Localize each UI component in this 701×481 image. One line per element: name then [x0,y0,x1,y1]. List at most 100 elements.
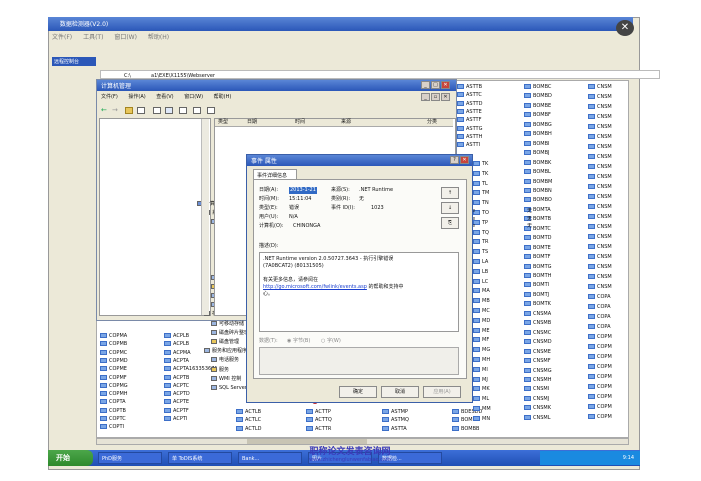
event-dialog-close-button[interactable]: ✕ [460,156,469,164]
file-item[interactable]: BOMBG [524,121,584,129]
file-item[interactable]: BOMBK [524,159,584,167]
file-item[interactable]: CNSM [588,264,628,271]
file-item[interactable]: CNSM [588,204,628,211]
file-item[interactable]: BOMBD [524,93,584,100]
file-item[interactable]: COPM [588,364,628,371]
col-category-header[interactable]: 分类 [427,119,437,126]
taskbar-item[interactable]: PhD服务 [98,452,162,464]
col-source-header[interactable]: 来源 [341,119,351,126]
file-item[interactable]: TS [473,249,491,256]
file-item[interactable]: CNSM [588,224,628,231]
ok-button[interactable]: 确定 [339,386,377,398]
file-item[interactable]: COPTA [100,399,160,406]
file-item[interactable]: ACTLC [236,417,306,424]
file-item[interactable]: CNSM [588,144,628,151]
main-tab-remote[interactable]: 远程控制台 [52,57,96,66]
file-item[interactable]: ACTLB [236,409,306,416]
file-item[interactable]: ME [473,327,491,335]
file-item[interactable]: CNSME [524,348,584,356]
file-item[interactable]: COPA [588,294,628,301]
file-item[interactable]: CNSMJ [524,395,584,403]
file-item[interactable]: BOMTJ [524,291,584,299]
file-item[interactable]: BOMTK [524,301,584,308]
cm-menu-help[interactable]: 帮助(H) [214,94,232,100]
file-item[interactable]: COPM [588,404,628,411]
copy-event-button[interactable]: ⎘ [441,217,459,229]
cm-maximize-button[interactable]: □ [431,81,440,89]
tree-node[interactable]: 服务和应用程序 [204,348,247,355]
cm-close-button[interactable]: ✕ [441,81,450,89]
help-book-icon[interactable] [179,107,187,114]
file-item[interactable]: MA [473,288,491,295]
file-item[interactable]: ASTTI [457,142,521,149]
file-item[interactable]: CNSM [588,114,628,121]
file-item[interactable]: BOMTA [524,206,584,214]
file-item[interactable]: CNSMK [524,405,584,412]
file-item[interactable]: MD [473,317,491,325]
file-item[interactable]: CNSMC [524,329,584,337]
cm-child-restore[interactable]: ▫ [431,93,440,101]
file-item[interactable]: MF [473,337,491,344]
file-item[interactable]: COPMC [100,349,160,357]
file-item[interactable]: ACPTI [164,416,234,423]
cm-menu-view[interactable]: 查看(V) [156,94,173,100]
file-item[interactable]: ASTTB [457,84,521,91]
tree-node[interactable]: 磁盘管理 [211,339,239,346]
radio-words[interactable]: ○ 字(W) [321,338,341,345]
file-item[interactable]: TM [473,190,491,197]
file-item[interactable]: CNSM [588,94,628,101]
file-item[interactable]: COPME [100,366,160,373]
file-item[interactable]: MG [473,347,491,354]
file-item[interactable]: ASTTD [457,100,521,108]
file-item[interactable]: TP [473,219,491,227]
file-item[interactable]: COPM [588,414,628,421]
file-item[interactable]: CNSM [588,124,628,131]
file-item[interactable]: ACPTF [164,407,234,415]
file-item[interactable]: COPM [588,374,628,381]
file-item[interactable]: MI [473,366,491,374]
file-item[interactable]: COPM [588,384,628,391]
file-item[interactable]: CNSM [588,84,628,91]
file-item[interactable]: COPTB [100,407,160,415]
prev-event-button[interactable]: ↑ [441,187,459,199]
tree-node[interactable]: 服务 [211,366,229,374]
cm-minimize-button[interactable]: _ [421,81,430,89]
file-item[interactable]: BOMTC [524,225,584,233]
file-item[interactable]: CNSM [588,184,628,191]
file-item[interactable]: COPMD [100,357,160,365]
file-item[interactable]: MN [473,415,491,423]
export-icon[interactable] [165,107,173,114]
file-item[interactable]: BOMBL [524,169,584,176]
file-item[interactable]: BOMBJ [524,150,584,157]
event-dialog-help-button[interactable]: ? [450,156,459,164]
file-item[interactable]: CNSM [588,234,628,241]
file-item[interactable]: MB [473,298,491,305]
help-link[interactable]: http://go.microsoft.com/fwlink/events.as… [263,284,367,290]
col-date-header[interactable]: 日期 [247,119,257,126]
back-arrow-icon[interactable]: ← [101,106,107,114]
file-item[interactable]: TK [473,170,491,178]
file-item[interactable]: CNSM [588,164,628,171]
file-item[interactable]: COPMF [100,374,160,382]
file-item[interactable]: BOMBE [524,102,584,110]
file-item[interactable]: ACTTP [306,409,376,416]
file-item[interactable]: CNSM [588,104,628,111]
file-item[interactable]: BOMTE [524,244,584,252]
col-type-header[interactable]: 类型 [218,119,228,126]
file-item[interactable]: CNSM [588,194,628,201]
description-box[interactable]: .NET Runtime version 2.0.50727.3643 - 执行… [259,252,459,332]
file-item[interactable]: BOMBC [524,84,584,91]
file-item[interactable]: COPMH [100,391,160,398]
file-item[interactable]: COPTC [100,416,160,423]
taskbar-item[interactable]: 单 ToDIS系统 [168,452,232,464]
file-item[interactable]: ASTTC [457,92,521,99]
cm-menu-window[interactable]: 窗口(W) [184,94,203,100]
file-item[interactable]: MJ [473,376,491,384]
file-item[interactable]: COPA [588,304,628,311]
file-item[interactable]: COPMB [100,341,160,348]
file-item[interactable]: CNSM [588,254,628,261]
file-item[interactable]: BOMTF [524,254,584,261]
file-item[interactable]: COPM [588,344,628,351]
file-item[interactable]: LC [473,278,491,286]
file-item[interactable]: ASTTH [457,133,521,141]
